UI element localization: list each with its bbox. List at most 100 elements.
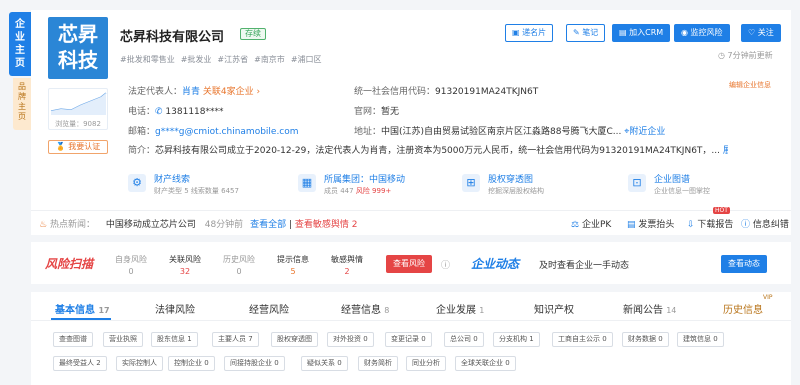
risk-label: 敏感舆情 [331, 255, 363, 264]
company-name: 芯昇科技有限公司 [120, 30, 225, 45]
tab-operation-risk[interactable]: 经营风险 [249, 301, 289, 316]
legal-rep-name[interactable]: 肖青 [182, 87, 200, 97]
invoice-button[interactable]: ▤ 发票抬头 [627, 217, 674, 230]
chip[interactable]: 变更记录 0 [385, 332, 432, 347]
credit-code-label: 统一社会信用代码： [354, 87, 436, 97]
detail-tabs-panel: 基本信息 17 法律风险 经营风险 经营信息 8 企业发展 1 知识产权 新闻公… [31, 292, 791, 385]
risk-col[interactable]: 敏感舆情 2 [331, 254, 363, 276]
risk-label: 历史风险 [223, 255, 255, 264]
news-time: 48分钟前 [204, 220, 244, 230]
error-report-button[interactable]: ⓘ 信息纠错 [741, 217, 789, 230]
risk-col[interactable]: 历史风险 0 [223, 254, 255, 276]
tag[interactable]: #江苏省 [217, 55, 248, 64]
medal-icon: 🏅 [55, 142, 66, 151]
tab-basic-info[interactable]: 基本信息 17 [55, 301, 110, 316]
chip[interactable]: 股东信息 1 [151, 332, 198, 347]
feature-sub2: 线索数量 6457 [190, 187, 239, 195]
nearby-companies-link[interactable]: 附近企业 [629, 127, 665, 137]
note-button[interactable]: ✎ 笔记 [566, 24, 606, 42]
chip[interactable]: 营业执照 [103, 332, 143, 347]
risk-info-icon[interactable]: ⓘ [441, 258, 450, 271]
tabs-divider [31, 320, 791, 321]
pk-icon: ⚖ [571, 220, 580, 230]
chip[interactable]: 总公司 0 [444, 332, 484, 347]
tab-legal-risk[interactable]: 法律风险 [155, 301, 195, 316]
dynamics-text: 及时查看企业一手动态 [539, 261, 630, 271]
risk-col[interactable]: 关联风险 32 [169, 254, 201, 276]
chip[interactable]: 工商自主公示 0 [552, 332, 613, 347]
monitor-risk-button[interactable]: ◉ 监控风险 [674, 24, 730, 42]
phone-value[interactable]: 1381118**** [165, 107, 223, 117]
risk-col[interactable]: 自身风险 0 [115, 254, 147, 276]
tab-news[interactable]: 新闻公告 14 [623, 301, 676, 316]
add-crm-button[interactable]: ▤ 加入CRM [612, 24, 671, 42]
website-label: 官网： [354, 107, 382, 117]
expand-intro-link[interactable]: 展开 [723, 146, 728, 156]
sensitive-news-link[interactable]: 查看敏感舆情 2 [295, 220, 358, 230]
view-all-link[interactable]: 查看全部 [250, 220, 286, 230]
feature-sub1: 财产类型 5 [154, 187, 189, 195]
download-icon: ⇩ [687, 220, 695, 230]
tab-operation-info[interactable]: 经营信息 8 [341, 301, 389, 316]
chip[interactable]: 控制企业 0 [168, 356, 215, 371]
view-risk-button[interactable]: 查看风险 [386, 255, 432, 273]
download-report-button[interactable]: ⇩ 下载报告 [687, 217, 733, 230]
add-crm-label: 加入CRM [629, 28, 664, 37]
clue-icon: ⚙ [128, 174, 146, 192]
certify-button[interactable]: 🏅 我要认证 [48, 140, 108, 154]
risk-value: 5 [290, 267, 296, 276]
brand-home-tab[interactable]: 品牌主页 [13, 78, 31, 130]
pk-label: 企业PK [581, 220, 612, 230]
chip[interactable]: 疑似关系 0 [301, 356, 348, 371]
chip[interactable]: 建筑信息 0 [677, 332, 724, 347]
business-card-label: 递名片 [522, 28, 547, 37]
chip[interactable]: 对外投资 0 [327, 332, 374, 347]
email-value[interactable]: g****g@cmiot.chinamobile.com [155, 127, 299, 137]
tab-development[interactable]: 企业发展 1 [436, 301, 484, 316]
company-home-tab[interactable]: 企业主页 [9, 12, 31, 76]
chip[interactable]: 全球关联企业 0 [455, 356, 516, 371]
business-card-button[interactable]: ▣ 递名片 [505, 24, 554, 42]
intro-text: 芯昇科技有限公司成立于2020-12-29，法定代表人为肖青，注册资本为5000… [155, 146, 721, 156]
views-sparkline: 浏览量：9082 [48, 88, 108, 130]
crm-icon: ▤ [619, 28, 627, 37]
tag[interactable]: #浦口区 [291, 55, 322, 64]
tag[interactable]: #批发业 [181, 55, 212, 64]
pk-button[interactable]: ⚖ 企业PK [571, 217, 611, 230]
tab-ip[interactable]: 知识产权 [534, 301, 574, 316]
tab-label: 知识产权 [534, 305, 574, 316]
news-headline[interactable]: 中国移动成立芯片公司 [106, 220, 196, 230]
chip[interactable]: 分支机构 1 [493, 332, 540, 347]
error-report-label: 信息纠错 [752, 220, 789, 230]
chip[interactable]: 同业分析 [406, 356, 446, 371]
tab-count: 14 [666, 306, 677, 315]
chip[interactable]: 最终受益人 2 [53, 356, 107, 371]
edit-info-link[interactable]: 编辑企业信息 [729, 80, 771, 90]
info-icon: ⓘ [741, 220, 751, 230]
chip[interactable]: 主要人员 7 [212, 332, 259, 347]
tab-label: 企业发展 [436, 305, 476, 316]
related-companies-link[interactable]: 关联4家企业 › [203, 87, 260, 97]
monitor-risk-label: 监控风险 [690, 28, 723, 37]
tab-label: 经营风险 [249, 305, 289, 316]
credit-code-row: 统一社会信用代码：91320191MA24TKJN6T [354, 84, 538, 97]
view-dynamics-button[interactable]: 查看动态 [721, 255, 767, 273]
chip[interactable]: 实际控制人 [116, 356, 163, 371]
chip[interactable]: 财务数据 0 [622, 332, 669, 347]
logo-line1: 芯昇 [58, 22, 98, 46]
risk-value: 0 [236, 267, 242, 276]
tab-history[interactable]: 历史信息 [723, 301, 763, 316]
chip[interactable]: 查查图谱 [53, 332, 93, 347]
chip[interactable]: 财务简析 [358, 356, 398, 371]
tab-count: 1 [479, 306, 485, 315]
chip[interactable]: 股权穿透图 [271, 332, 318, 347]
tag[interactable]: #批发和零售业 [120, 55, 175, 64]
tag[interactable]: #南京市 [254, 55, 285, 64]
tab-label: 法律风险 [155, 305, 195, 316]
risk-col[interactable]: 提示信息 5 [277, 254, 309, 276]
risk-value: 32 [179, 267, 191, 276]
chip[interactable]: 间接持股企业 0 [224, 356, 285, 371]
hot-news-label: 热点新闻： [49, 220, 95, 230]
tab-label: 历史信息 [723, 305, 763, 316]
follow-button[interactable]: ♡ 关注 [741, 24, 781, 42]
